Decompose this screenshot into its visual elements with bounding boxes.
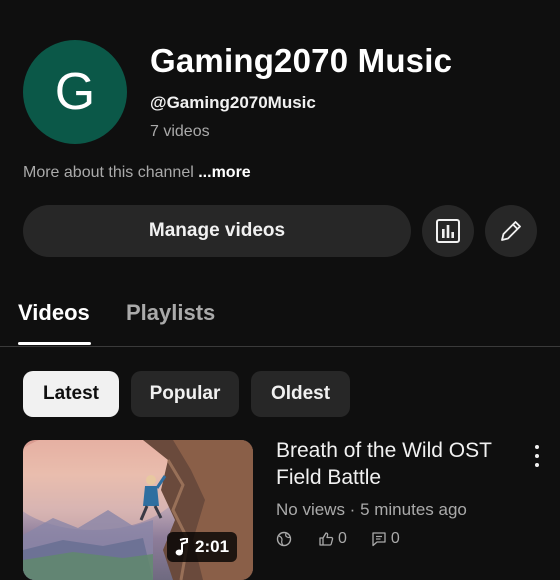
filter-chip-popular[interactable]: Popular — [131, 371, 239, 417]
tab-playlists[interactable]: Playlists — [126, 300, 215, 326]
video-count: 7 videos — [150, 123, 210, 140]
tab-selected-indicator — [18, 342, 91, 345]
video-stats: 0 0 — [276, 530, 400, 548]
globe-icon — [276, 531, 292, 547]
manage-videos-button[interactable]: Manage videos — [23, 205, 411, 257]
about-channel-link[interactable]: More about this channel ...more — [23, 164, 251, 182]
edit-channel-button[interactable] — [485, 205, 537, 257]
filter-chip-oldest[interactable]: Oldest — [251, 371, 350, 417]
channel-name: Gaming2070 Music — [150, 42, 453, 79]
likes-stat: 0 — [318, 530, 347, 548]
channel-avatar[interactable]: G — [23, 40, 127, 144]
channel-handle: @Gaming2070Music — [150, 93, 316, 112]
tabs-divider — [0, 346, 560, 347]
video-title[interactable]: Breath of the Wild OST Field Battle — [276, 437, 512, 491]
comments-stat: 0 — [371, 530, 400, 548]
likes-count: 0 — [338, 530, 347, 547]
duration-badge: 2:01 — [167, 532, 238, 562]
thumbs-up-icon — [319, 532, 334, 546]
comments-count: 0 — [390, 530, 400, 547]
more-link[interactable]: ...more — [198, 164, 250, 181]
about-text: More about this channel — [23, 164, 194, 181]
tab-videos[interactable]: Videos — [18, 300, 90, 326]
analytics-button[interactable] — [422, 205, 474, 257]
comment-icon — [372, 532, 386, 547]
video-thumbnail[interactable]: 2:01 — [23, 440, 253, 580]
music-note-icon — [175, 538, 188, 556]
video-more-options-icon[interactable] — [528, 442, 546, 470]
video-meta: No views · 5 minutes ago — [276, 500, 467, 519]
pencil-icon — [501, 221, 521, 241]
duration-text: 2:01 — [195, 537, 230, 556]
filter-chip-latest[interactable]: Latest — [23, 371, 119, 417]
analytics-icon — [436, 219, 460, 243]
avatar-letter: G — [54, 63, 96, 121]
